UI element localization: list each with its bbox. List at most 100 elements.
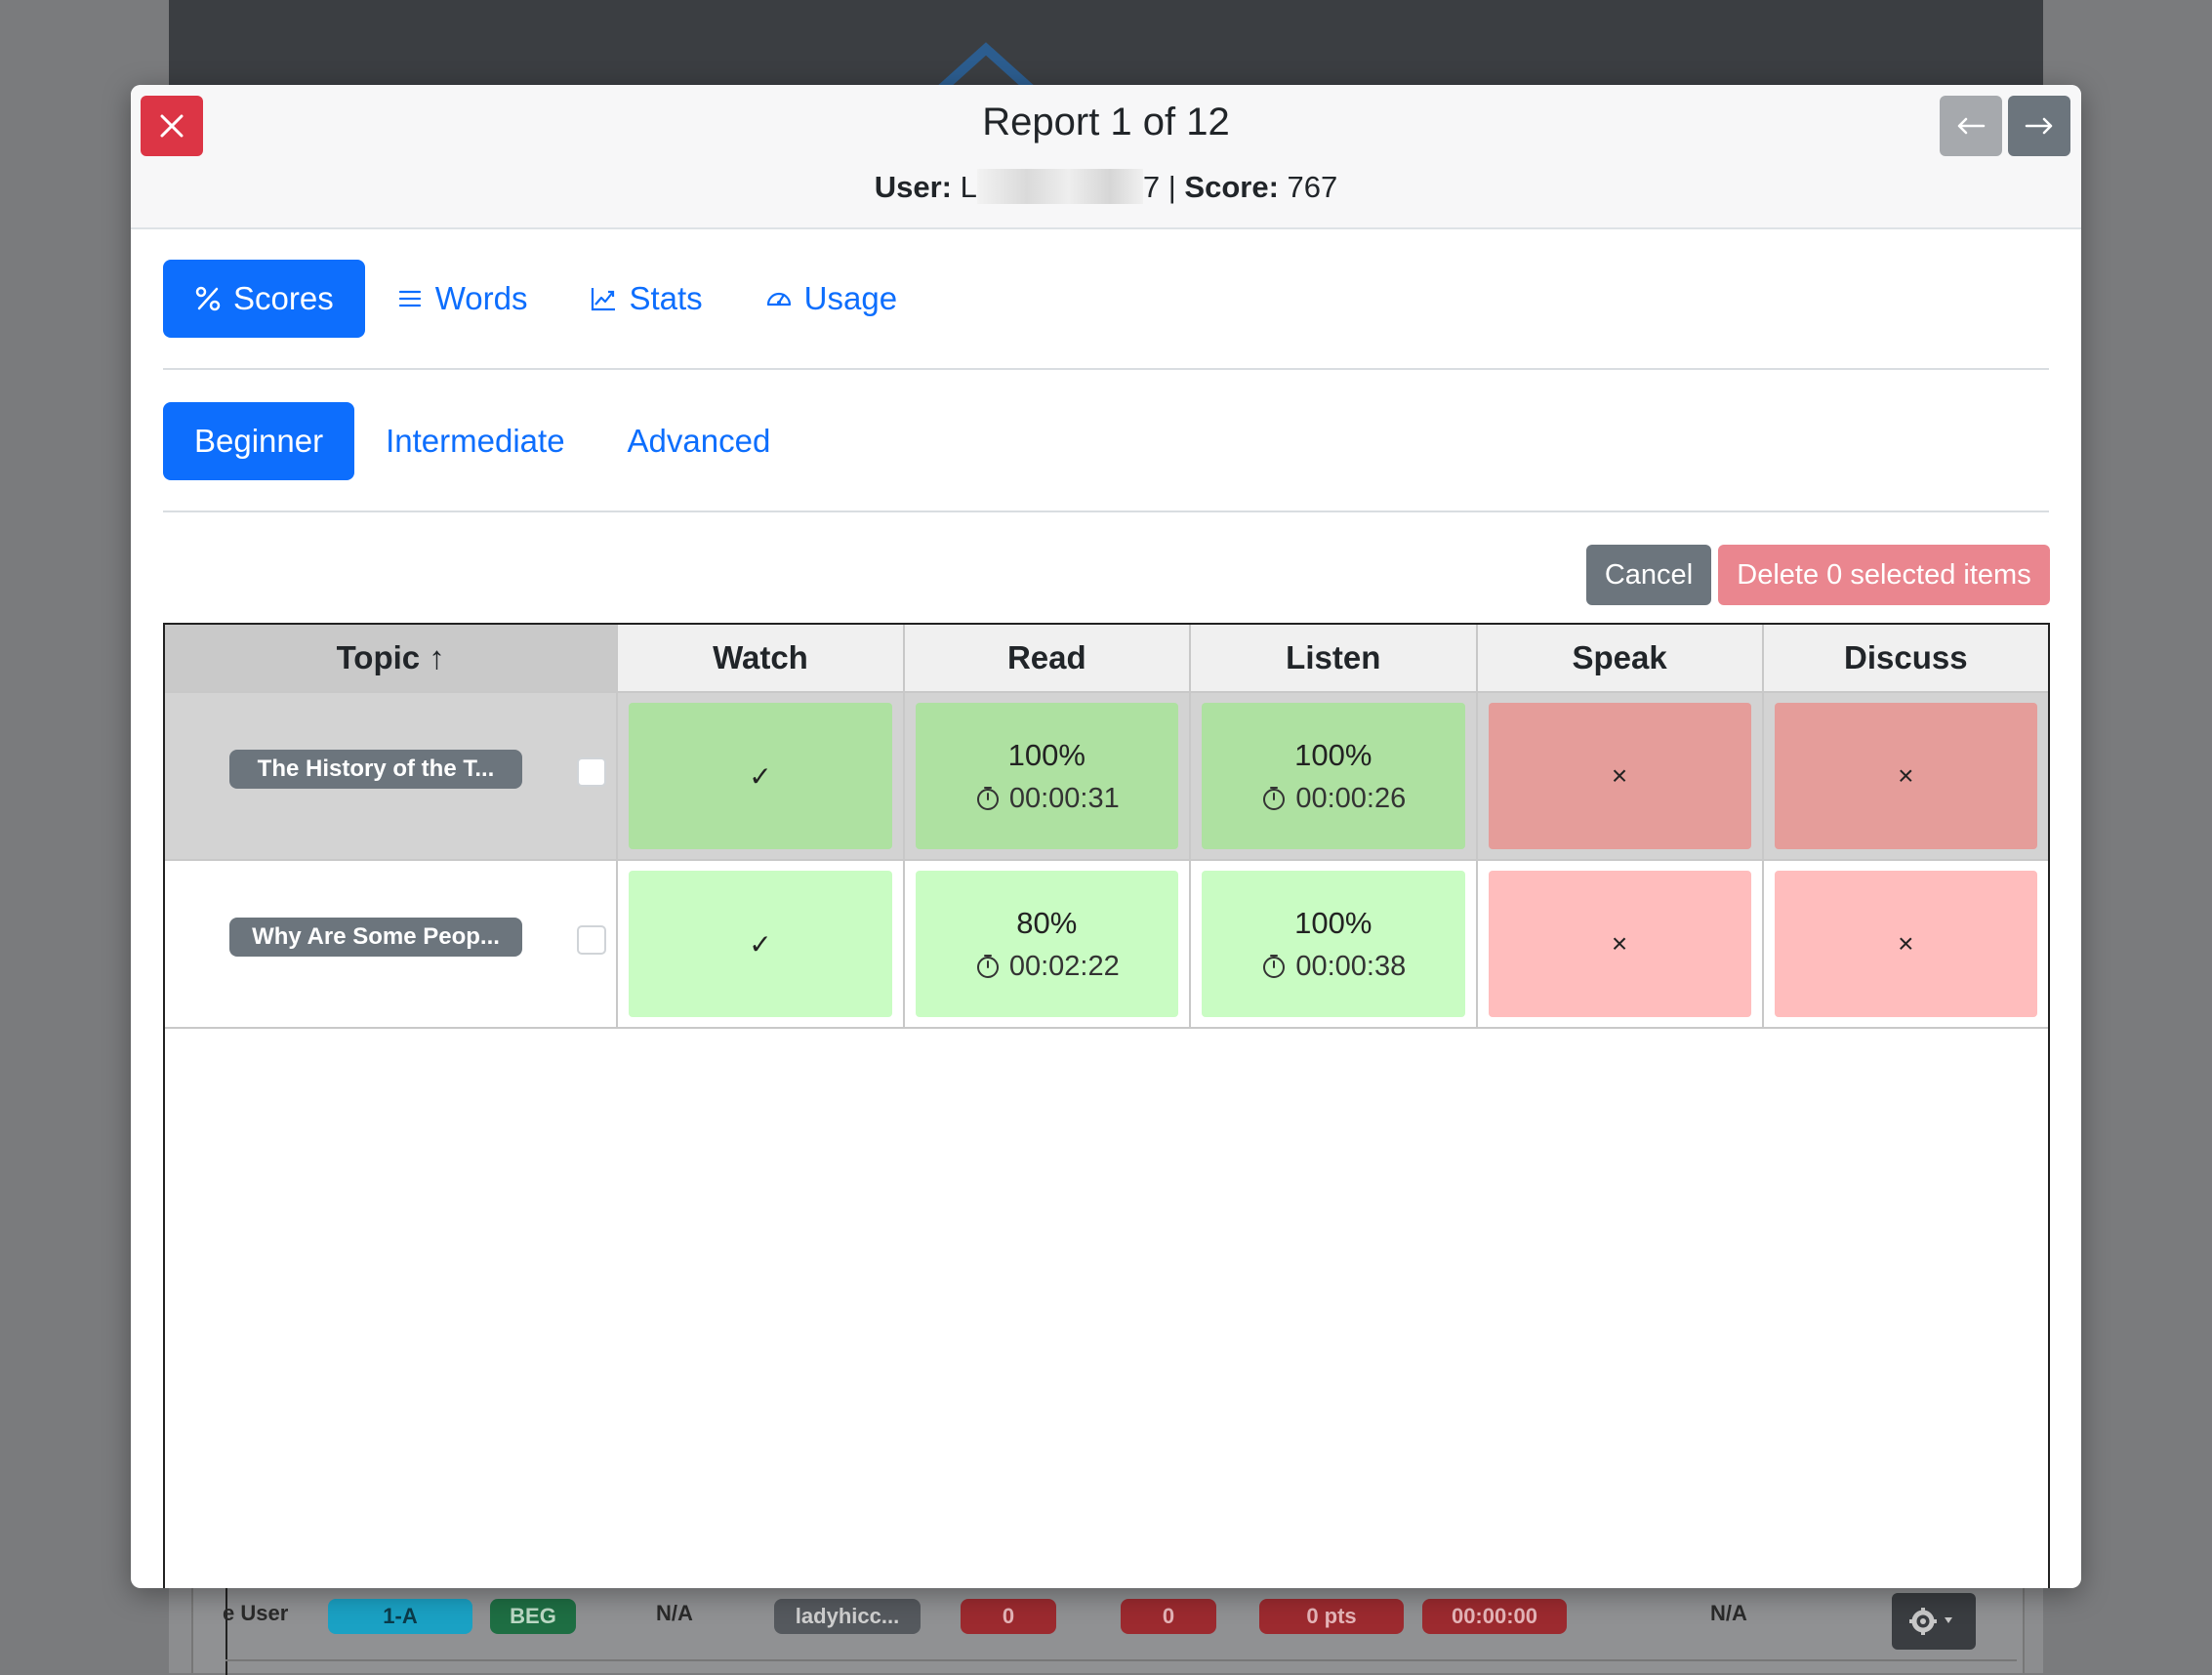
tab-label: Usage	[803, 280, 898, 316]
score-value: 767	[1287, 170, 1338, 204]
read-duration: 00:00:31	[974, 783, 1120, 815]
row-select-checkbox[interactable]	[577, 757, 606, 787]
speak-result: ×	[1488, 871, 1751, 1017]
tab-words[interactable]: Words	[365, 260, 559, 338]
tab-scores[interactable]: Scores	[163, 260, 365, 338]
column-header-discuss: Discuss	[1762, 625, 2048, 693]
bg-na-cell: N/A	[1710, 1601, 1747, 1625]
bg-settings-button[interactable]	[1892, 1593, 1976, 1650]
listen-cell: 100% 00:00:26	[1190, 692, 1478, 861]
user-label: User:	[874, 170, 952, 204]
report-modal: Report 1 of 12 User: L 7 | Score: 767 Sco…	[131, 85, 2081, 1588]
read-percent: 80%	[1016, 905, 1078, 940]
tab-usage[interactable]: Usage	[734, 260, 928, 338]
listen-time: 00:00:26	[1295, 782, 1407, 814]
watch-cell: ✓	[617, 860, 905, 1029]
tab-stats[interactable]: Stats	[558, 260, 733, 338]
level-tabs: Beginner Intermediate Advanced	[163, 402, 801, 480]
read-percent: 100%	[1007, 737, 1086, 772]
read-duration: 00:02:22	[974, 951, 1120, 983]
checkmark-icon: ✓	[749, 760, 772, 792]
bg-level-badge: BEG	[490, 1599, 576, 1634]
bg-user-cell: e User	[223, 1601, 289, 1625]
watch-cell: ✓	[617, 692, 905, 861]
read-cell: 100% 00:00:31	[903, 692, 1192, 861]
tabs-divider	[163, 368, 2049, 370]
report-tabs: Scores Words Stats Usage	[163, 260, 928, 338]
checkmark-icon: ✓	[749, 928, 772, 960]
column-header-watch: Watch	[617, 625, 905, 693]
tab-label: Scores	[233, 280, 334, 316]
user-value-end: 7	[1142, 170, 1161, 204]
list-icon	[398, 290, 421, 307]
scores-table: Topic ↑ Watch Read Listen Speak Discuss …	[165, 625, 2048, 1029]
previous-report-button[interactable]	[1940, 96, 2002, 156]
discuss-result: ×	[1774, 871, 2037, 1017]
percent-icon	[195, 286, 221, 311]
cancel-button[interactable]: Cancel	[1586, 545, 1711, 605]
bg-group-badge: 1-A	[328, 1599, 472, 1634]
modal-title: Report 1 of 12	[982, 101, 1230, 143]
listen-duration: 00:00:26	[1260, 783, 1406, 815]
topic-badge[interactable]: Why Are Some Peop...	[229, 918, 522, 957]
read-result: 100% 00:00:31	[915, 703, 1179, 849]
discuss-cell: ×	[1762, 860, 2048, 1029]
listen-time: 00:00:38	[1295, 950, 1407, 982]
topic-cell: The History of the T...	[165, 692, 619, 861]
listen-duration: 00:00:38	[1260, 951, 1406, 983]
read-cell: 80% 00:02:22	[903, 860, 1192, 1029]
tab-advanced[interactable]: Advanced	[596, 402, 802, 480]
column-header-listen: Listen	[1190, 625, 1478, 693]
watch-result: ✓	[629, 871, 892, 1017]
table-header-row: Topic ↑ Watch Read Listen Speak Discuss	[165, 625, 2048, 693]
topic-badge[interactable]: The History of the T...	[229, 750, 522, 789]
speak-cell: ×	[1476, 860, 1764, 1029]
cross-icon: ×	[1611, 760, 1628, 791]
read-time: 00:02:22	[1008, 950, 1120, 982]
arrow-right-icon	[2025, 117, 2053, 135]
column-header-speak: Speak	[1476, 625, 1764, 693]
modal-subtitle: User: L 7 | Score: 767	[131, 169, 2081, 205]
column-header-read: Read	[903, 625, 1192, 693]
score-label: Score:	[1184, 170, 1279, 204]
bg-count-badge: 0	[961, 1599, 1056, 1634]
modal-header: Report 1 of 12 User: L 7 | Score: 767	[131, 85, 2081, 229]
read-time: 00:00:31	[1008, 782, 1120, 814]
table-row[interactable]: Why Are Some Peop... ✓ 80% 00:02:22 100%…	[165, 860, 2048, 1029]
row-select-checkbox[interactable]	[577, 925, 606, 955]
speedometer-icon	[766, 292, 791, 306]
bg-time-badge: 00:00:00	[1422, 1599, 1567, 1634]
bg-username-badge: ladyhicc...	[774, 1599, 921, 1634]
bg-count-badge: 0	[1121, 1599, 1216, 1634]
listen-result: 100% 00:00:26	[1202, 703, 1465, 849]
table-row[interactable]: The History of the T... ✓ 100% 00:00:31 …	[165, 692, 2048, 861]
bg-na-cell: N/A	[656, 1601, 693, 1625]
listen-percent: 100%	[1294, 737, 1372, 772]
column-header-topic[interactable]: Topic ↑	[165, 625, 619, 693]
scores-table-container: Topic ↑ Watch Read Listen Speak Discuss …	[163, 623, 2050, 1588]
redacted-username	[976, 169, 1143, 204]
stopwatch-icon	[976, 955, 999, 978]
next-report-button[interactable]	[2008, 96, 2070, 156]
listen-result: 100% 00:00:38	[1202, 871, 1465, 1017]
discuss-result: ×	[1774, 703, 2037, 849]
subtitle-separator: |	[1160, 170, 1185, 204]
gear-icon	[1909, 1608, 1952, 1635]
speak-result: ×	[1488, 703, 1751, 849]
stopwatch-icon	[976, 787, 999, 810]
discuss-cell: ×	[1762, 692, 2048, 861]
bg-divider	[225, 1659, 2017, 1661]
read-result: 80% 00:02:22	[915, 871, 1179, 1017]
topic-cell: Why Are Some Peop...	[165, 860, 619, 1029]
stopwatch-icon	[1263, 955, 1286, 978]
delete-selected-button[interactable]: Delete 0 selected items	[1718, 545, 2050, 605]
tab-label: Words	[434, 280, 528, 316]
user-value-start: L	[960, 170, 977, 204]
cross-icon: ×	[1898, 760, 1914, 791]
tab-intermediate[interactable]: Intermediate	[354, 402, 595, 480]
stopwatch-icon	[1263, 787, 1286, 810]
listen-cell: 100% 00:00:38	[1190, 860, 1478, 1029]
tab-beginner[interactable]: Beginner	[163, 402, 355, 480]
arrow-left-icon	[1957, 117, 1986, 135]
speak-cell: ×	[1476, 692, 1764, 861]
